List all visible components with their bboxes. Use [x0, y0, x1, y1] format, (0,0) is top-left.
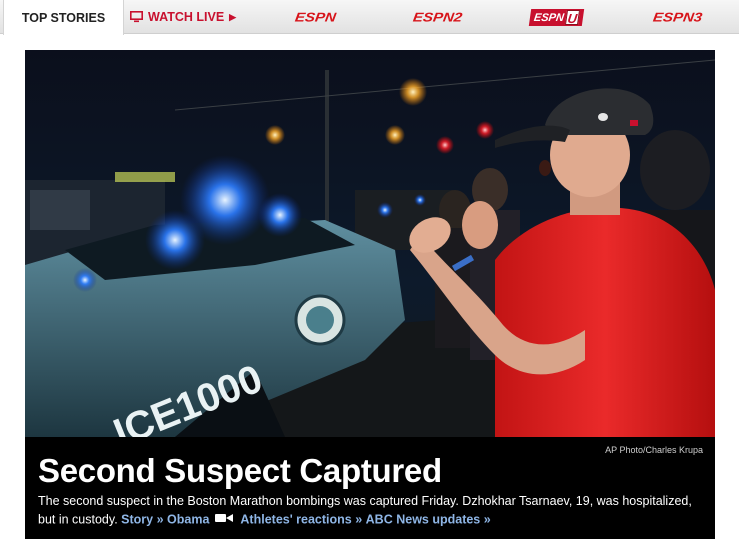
espnu-logo: ESPN U [528, 8, 584, 26]
tab-espnu[interactable]: ESPN U [521, 0, 591, 34]
athletes-reactions-link[interactable]: Athletes' reactions » [240, 512, 362, 526]
top-story-card[interactable]: ICE1000 AP Photo/Charles Krupa Second Su… [25, 50, 715, 539]
espn3-logo: ESPN3 [652, 9, 704, 25]
tab-top-stories[interactable]: TOP STORIES [3, 0, 124, 35]
obama-link[interactable]: Obama [167, 512, 209, 526]
play-arrow-icon: ▶ [229, 11, 237, 22]
abc-news-updates-link[interactable]: ABC News updates » [366, 512, 491, 526]
top-nav-tabs: TOP STORIES WATCH LIVE ▶ ESPN ESPN2 ESPN… [0, 0, 739, 35]
espnu-logo-text: ESPN [532, 11, 565, 23]
tab-espn[interactable]: ESPN [282, 0, 348, 34]
tab-espn3[interactable]: ESPN3 [640, 0, 716, 34]
photo-credit: AP Photo/Charles Krupa [605, 445, 703, 455]
story-headline[interactable]: Second Suspect Captured [38, 452, 442, 490]
espn-logo: ESPN [293, 9, 337, 25]
story-photo[interactable]: ICE1000 [25, 50, 715, 437]
story-summary: The second suspect in the Boston Maratho… [38, 492, 708, 530]
espnu-logo-letter: U [564, 9, 580, 26]
video-camera-icon[interactable] [214, 510, 233, 528]
tv-icon [130, 11, 143, 23]
tab-watch-live-label: WATCH LIVE [148, 10, 225, 24]
story-link[interactable]: Story » [121, 512, 163, 526]
tab-espn2[interactable]: ESPN2 [398, 0, 478, 34]
tab-top-stories-label: TOP STORIES [21, 10, 106, 25]
espn2-logo: ESPN2 [412, 9, 464, 25]
tab-watch-live[interactable]: WATCH LIVE ▶ [128, 0, 258, 34]
